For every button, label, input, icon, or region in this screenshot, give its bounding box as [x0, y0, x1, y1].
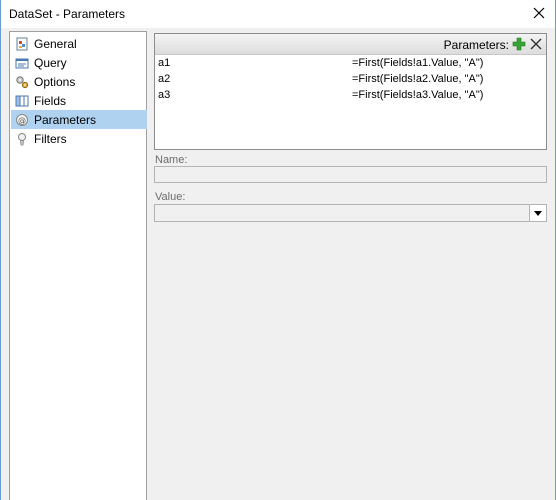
- value-dropdown-button[interactable]: [529, 205, 546, 221]
- name-field[interactable]: [154, 166, 547, 183]
- sidebar-item-label: Query: [34, 55, 67, 70]
- parameter-name: a2: [158, 73, 171, 85]
- dialog-window: DataSet - Parameters General Query Optio…: [0, 0, 556, 500]
- name-label: Name:: [155, 154, 188, 166]
- options-icon: [15, 75, 29, 89]
- delete-parameter-button[interactable]: [529, 37, 543, 51]
- sidebar-item-label: Fields: [34, 93, 67, 108]
- parameter-name: a1: [158, 57, 171, 69]
- parameters-list: Parameters: a1 =First(Fields!a1.Value, "…: [154, 33, 547, 150]
- parameters-icon: @: [15, 113, 29, 127]
- sidebar-item-fields[interactable]: Fields: [11, 91, 147, 110]
- general-icon: [15, 37, 29, 51]
- chevron-down-icon: [534, 210, 542, 216]
- value-combobox[interactable]: [154, 204, 547, 222]
- sidebar-item-options[interactable]: Options: [11, 72, 147, 91]
- title-bar: DataSet - Parameters: [1, 0, 555, 28]
- close-icon: [533, 7, 545, 19]
- query-icon: [15, 56, 29, 70]
- parameter-value: =First(Fields!a2.Value, "A"): [352, 73, 484, 85]
- table-row[interactable]: a3 =First(Fields!a3.Value, "A"): [156, 88, 545, 104]
- sidebar-item-label: Parameters: [34, 112, 97, 127]
- window-title: DataSet - Parameters: [9, 7, 126, 21]
- sidebar-item-filters[interactable]: Filters: [11, 129, 147, 148]
- close-icon: [530, 38, 542, 50]
- parameter-value: =First(Fields!a3.Value, "A"): [352, 89, 484, 101]
- table-row[interactable]: a1 =First(Fields!a1.Value, "A"): [156, 56, 545, 72]
- plus-icon: [512, 37, 526, 51]
- parameter-name: a3: [158, 89, 171, 101]
- value-label: Value:: [155, 191, 186, 203]
- svg-text:@: @: [18, 116, 26, 125]
- filters-icon: [15, 132, 29, 146]
- parameters-header-label: Parameters:: [443, 38, 509, 52]
- sidebar-item-parameters[interactable]: @ Parameters: [11, 110, 147, 129]
- sidebar-item-general[interactable]: General: [11, 34, 147, 53]
- sidebar-item-query[interactable]: Query: [11, 53, 147, 72]
- fields-icon: [15, 94, 29, 108]
- sidebar-item-label: Options: [34, 74, 76, 89]
- parameters-toolbar: Parameters:: [155, 34, 546, 55]
- sidebar-item-label: General: [34, 36, 77, 51]
- table-row[interactable]: a2 =First(Fields!a2.Value, "A"): [156, 72, 545, 88]
- close-button[interactable]: [527, 2, 551, 24]
- parameter-value: =First(Fields!a1.Value, "A"): [352, 57, 484, 69]
- sidebar-nav: General Query Options Fields @ Parameter…: [9, 31, 147, 500]
- sidebar-item-label: Filters: [34, 131, 67, 146]
- add-parameter-button[interactable]: [512, 37, 526, 51]
